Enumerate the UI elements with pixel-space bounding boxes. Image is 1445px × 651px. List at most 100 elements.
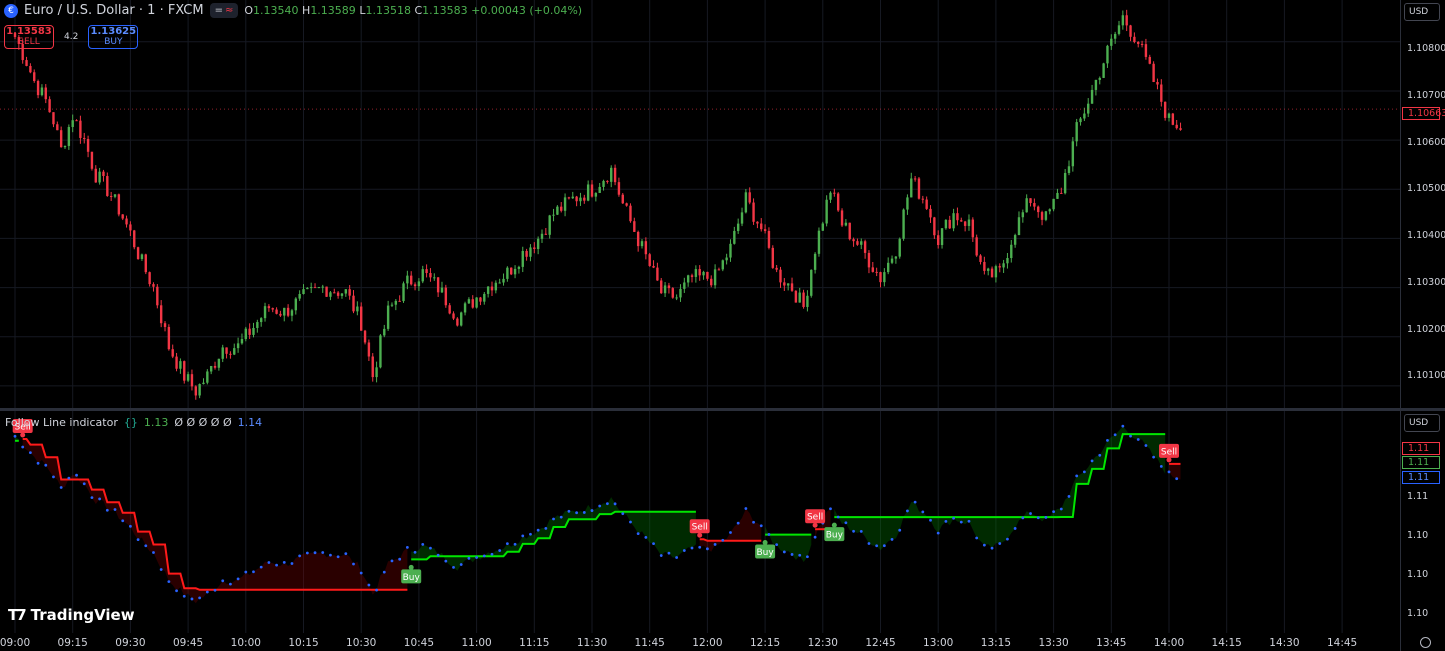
change-value: +0.00043 (+0.04%) — [471, 4, 583, 17]
time-label: 09:45 — [172, 637, 204, 649]
currency-selector[interactable]: USD — [1404, 3, 1440, 21]
candle-body — [586, 184, 590, 201]
candle-body — [1160, 84, 1163, 102]
candle-body — [363, 330, 367, 343]
candle-body — [383, 328, 386, 336]
time-label: 12:45 — [865, 637, 896, 649]
candle-body — [836, 193, 840, 211]
candle-body — [660, 280, 663, 294]
tradingview-logo[interactable]: T7 TradingView — [8, 606, 135, 624]
price-dot — [721, 538, 725, 542]
candle-body — [348, 289, 351, 296]
price-dot — [913, 500, 917, 504]
candle-body — [521, 250, 524, 267]
open-label: O — [244, 4, 254, 17]
candle-body — [248, 328, 251, 335]
price-dot — [67, 476, 71, 480]
candle-body — [121, 214, 124, 219]
candle-body — [706, 271, 709, 279]
price-dot — [544, 526, 548, 530]
candle-body — [1052, 198, 1055, 210]
candle-body — [375, 367, 378, 378]
candle-body — [398, 300, 401, 302]
price-dot — [1167, 470, 1171, 474]
price-dot — [144, 544, 148, 548]
price-dot — [44, 463, 48, 467]
candle-body — [429, 273, 432, 278]
price-dot — [706, 547, 709, 551]
candle-body — [213, 365, 217, 368]
low-value: 1.13518 — [365, 4, 411, 17]
signal-dot — [697, 532, 703, 538]
price-dot — [59, 486, 63, 489]
candle-body — [1163, 101, 1167, 118]
candle-body — [256, 322, 259, 328]
price-dot — [1090, 459, 1094, 463]
price-dot — [390, 559, 394, 563]
time-label: 11:45 — [634, 637, 665, 649]
price-dot — [613, 502, 617, 506]
price-dot — [382, 570, 386, 574]
chart-header: € Euro / U.S. Dollar · 1 · FXCM = ≈ O1.1… — [4, 3, 582, 18]
buy-button[interactable]: 1.13625 BUY — [88, 25, 139, 49]
candle-body — [1156, 81, 1159, 85]
candle-body — [710, 278, 713, 286]
close-label: C — [414, 4, 423, 17]
candle-body — [844, 222, 848, 226]
candle-body — [952, 213, 955, 229]
price-dot — [336, 555, 340, 559]
candle-body — [1029, 198, 1032, 204]
candlestick-chart[interactable] — [0, 0, 1400, 408]
candle-body — [283, 307, 286, 316]
trend-fill — [1169, 463, 1181, 480]
candle-body — [436, 277, 440, 293]
candle-body — [525, 250, 528, 257]
candle-body — [452, 313, 455, 319]
candle-body — [1144, 44, 1148, 57]
candle-body — [529, 247, 532, 257]
indicator-value-2: 1.14 — [237, 416, 263, 429]
price-dot — [490, 552, 494, 556]
price-dot — [529, 532, 532, 536]
symbol-title[interactable]: Euro / U.S. Dollar · 1 · FXCM — [24, 3, 204, 18]
sell-button[interactable]: 1.13583 SELL — [4, 25, 54, 49]
indicator-currency-selector[interactable]: USD — [1404, 414, 1440, 432]
candle-body — [40, 87, 44, 96]
candle-body — [679, 288, 682, 298]
follow-line-chart[interactable]: SellBuySellBuySellBuySell — [0, 411, 1400, 633]
candle-body — [636, 231, 640, 247]
candle-body — [75, 120, 78, 122]
candle-body — [579, 197, 582, 202]
price-dot — [829, 507, 832, 511]
candle-body — [1117, 25, 1121, 34]
candle-body — [975, 237, 978, 256]
settings-gear-icon[interactable] — [1420, 637, 1431, 648]
last-price-tag: 1.10663 — [1402, 107, 1445, 120]
price-label: 1.10300 — [1407, 277, 1445, 288]
candle-body — [713, 269, 717, 286]
compare-toggle[interactable]: = ≈ — [209, 3, 239, 18]
candle-body — [290, 310, 294, 316]
candle-body — [1090, 89, 1094, 104]
price-dot — [929, 518, 932, 522]
candle-body — [494, 282, 498, 291]
candle-body — [1121, 15, 1125, 26]
candle-body — [325, 286, 328, 297]
source-code-icon[interactable]: {} — [124, 416, 138, 429]
indicator-pane[interactable]: Sell Buy Sell Buy Sell Buy Sell — [0, 411, 1400, 633]
price-dot — [967, 519, 971, 523]
price-dot — [867, 542, 871, 545]
signal-label: Buy — [826, 531, 844, 541]
candle-body — [536, 238, 540, 250]
candle-body — [483, 293, 486, 302]
indicator-name[interactable]: Follow Line indicator — [5, 416, 118, 429]
indicator-legend[interactable]: Follow Line indicator {} 1.13 Ø Ø Ø Ø Ø … — [5, 416, 262, 429]
price-dot — [690, 546, 694, 550]
candle-body — [386, 305, 390, 329]
price-dot — [452, 565, 455, 569]
price-chart-pane[interactable] — [0, 0, 1400, 408]
candle-body — [613, 167, 617, 183]
candle-body — [913, 178, 917, 180]
candle-body — [790, 283, 794, 291]
price-dot — [1121, 424, 1125, 428]
